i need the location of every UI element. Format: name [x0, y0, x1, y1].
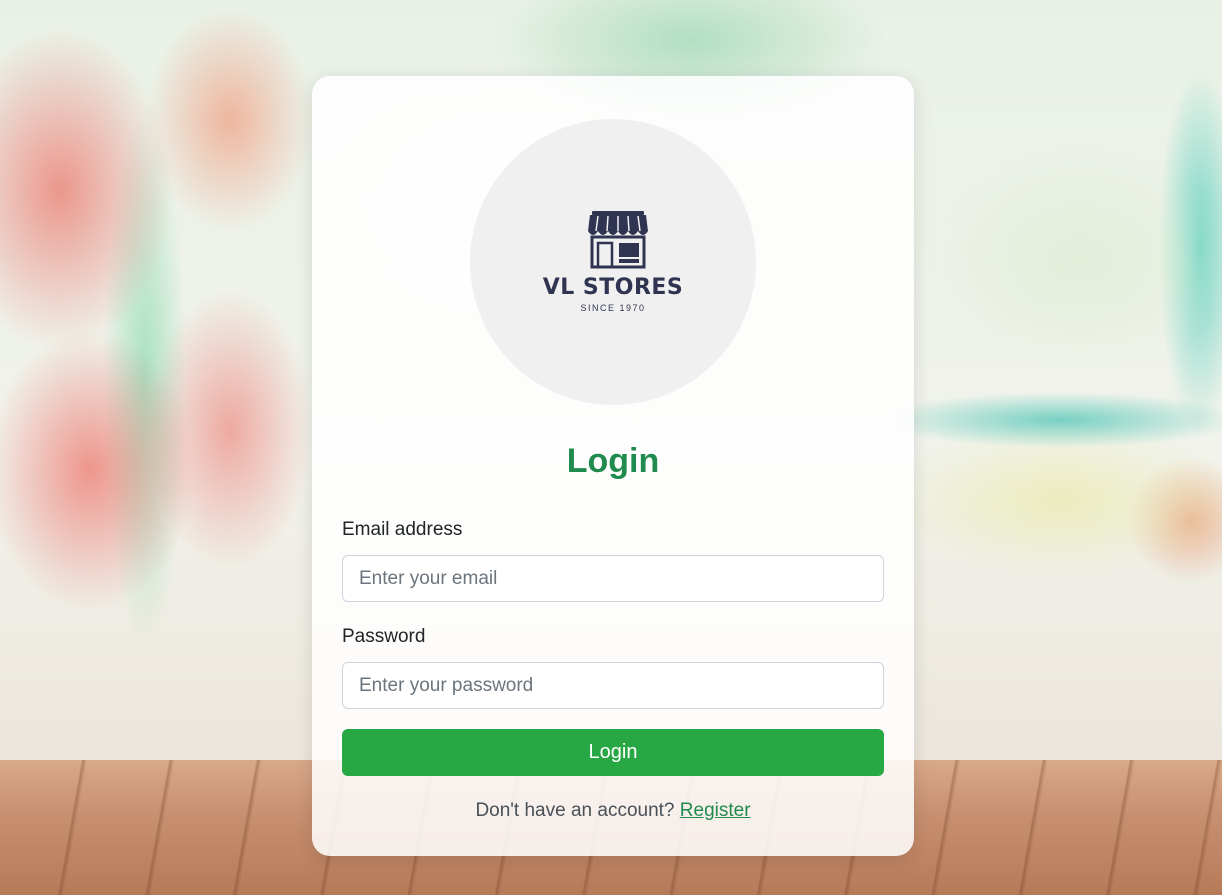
- storefront-icon: [588, 211, 648, 269]
- login-card: VL STORES SINCE 1970 Login Email address…: [312, 76, 914, 856]
- email-field[interactable]: [342, 555, 884, 602]
- password-label: Password: [342, 626, 426, 647]
- login-button[interactable]: Login: [342, 729, 884, 776]
- register-prompt: Don't have an account? Register: [312, 800, 914, 822]
- register-prompt-text: Don't have an account?: [475, 800, 675, 821]
- register-link[interactable]: Register: [680, 800, 751, 821]
- brand-logo: VL STORES SINCE 1970: [470, 119, 756, 405]
- brand-tagline: SINCE 1970: [580, 303, 646, 313]
- brand-name: VL STORES: [542, 275, 684, 300]
- email-label: Email address: [342, 519, 463, 540]
- password-field[interactable]: [342, 662, 884, 709]
- page-title: Login: [566, 442, 660, 480]
